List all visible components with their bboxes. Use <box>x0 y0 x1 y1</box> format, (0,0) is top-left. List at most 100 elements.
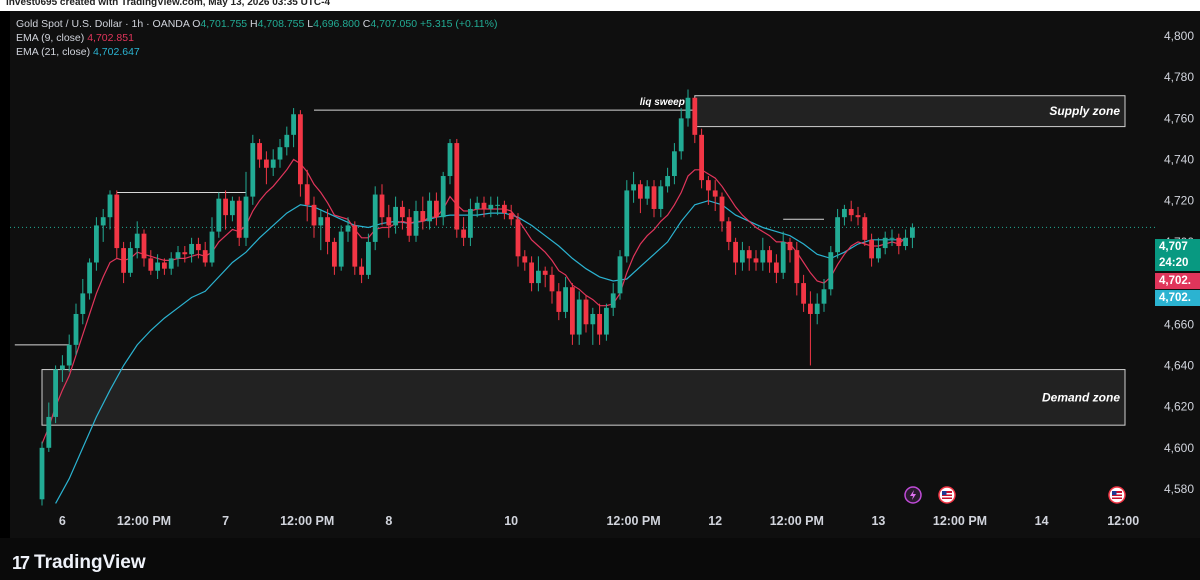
candle <box>631 171 636 203</box>
low-value: 4,696.800 <box>313 18 360 30</box>
candle-body <box>386 217 392 226</box>
ema21-price-tag: 4,702. <box>1155 290 1200 306</box>
candle <box>801 274 806 312</box>
candle-body <box>542 270 548 275</box>
candle <box>597 303 602 345</box>
candle-body <box>379 194 385 218</box>
candle <box>114 190 120 259</box>
candle <box>352 221 358 275</box>
candle-body <box>94 225 99 263</box>
candle <box>780 231 786 279</box>
candle-body <box>740 250 745 263</box>
candle-body <box>882 237 888 249</box>
candle <box>39 441 45 506</box>
legend-ema21-row[interactable]: EMA (21, close) 4,702.647 <box>16 45 497 59</box>
zone-label: Supply zone <box>1049 104 1120 118</box>
footer-bar: 17 TradingView <box>0 538 1200 580</box>
candle-body <box>338 231 344 267</box>
bar-countdown-tag: 24:20 <box>1155 255 1200 271</box>
candle-body <box>264 159 269 168</box>
candle <box>168 252 174 275</box>
candle-body <box>556 291 562 312</box>
candle-body <box>461 229 466 238</box>
candle <box>903 229 908 251</box>
candle <box>216 192 222 238</box>
candle <box>379 184 385 226</box>
y-tick-label: 4,580 <box>1164 482 1194 496</box>
candle-body <box>427 200 432 222</box>
us-flag-icon-stripe <box>1112 496 1122 498</box>
candle-body <box>400 206 405 218</box>
candle-body <box>876 248 881 259</box>
candle-body <box>631 184 636 191</box>
candle <box>644 180 650 205</box>
tradingview-logo[interactable]: 17 TradingView <box>12 552 146 574</box>
candle <box>726 217 732 251</box>
candle <box>73 303 79 356</box>
candle-body <box>53 369 58 417</box>
candle-body <box>46 416 52 448</box>
candle-body <box>760 250 766 263</box>
candle-body <box>563 287 568 312</box>
candle <box>325 208 330 255</box>
candle <box>889 229 895 247</box>
candle <box>835 208 840 259</box>
candle <box>413 200 419 242</box>
candle-body <box>155 262 160 271</box>
candle-body <box>325 217 330 242</box>
ema9-price-tag: 4,702. <box>1155 273 1200 289</box>
candle-body <box>746 250 752 259</box>
candle <box>209 217 215 267</box>
price-chart[interactable]: Supply zone Demand zone liq sweep 4,800 4,78… <box>10 11 1200 538</box>
candle <box>189 237 194 263</box>
candle <box>284 126 290 156</box>
candle <box>406 208 412 242</box>
high-key: H <box>250 18 258 30</box>
candle-body <box>549 274 555 292</box>
candle <box>318 208 324 251</box>
legend-ema9-row[interactable]: EMA (9, close) 4,702.851 <box>16 31 497 45</box>
candle <box>842 204 847 226</box>
candle <box>332 237 337 275</box>
candle-body <box>114 194 120 249</box>
candle <box>508 204 514 226</box>
change-value: +5.315 (+0.11%) <box>420 18 498 30</box>
candle-body <box>590 313 596 325</box>
chart-frame[interactable]: Supply zone Demand zone liq sweep 4,800 4,78… <box>10 11 1200 538</box>
candle <box>366 233 371 279</box>
x-tick-label: 12:00 PM <box>117 514 171 528</box>
candle <box>869 233 874 267</box>
candle-body <box>488 204 494 209</box>
candle <box>243 171 249 247</box>
last-price-tag: 4,707 <box>1155 239 1200 255</box>
candle-body <box>712 190 718 197</box>
high-value: 4,708.755 <box>257 18 305 30</box>
x-tick-label: 13 <box>871 514 885 528</box>
candle-body <box>699 134 704 181</box>
candle <box>672 143 677 185</box>
candle <box>733 237 738 275</box>
candle-body <box>848 208 854 216</box>
candle-body <box>726 221 732 242</box>
candle-body <box>495 204 500 206</box>
candle <box>624 180 630 263</box>
us-flag-icon <box>1108 486 1126 504</box>
candle <box>87 258 92 300</box>
candle <box>753 250 759 271</box>
candle-body <box>182 252 188 255</box>
candle-body <box>903 237 908 247</box>
candle-body <box>393 206 398 226</box>
candle-body <box>896 237 902 247</box>
candle <box>787 237 793 263</box>
symbol-label[interactable]: Gold Spot / U.S. Dollar · 1h · OANDA <box>16 18 189 30</box>
candle <box>563 276 568 319</box>
candle-body <box>121 248 126 273</box>
candle-body <box>570 287 575 335</box>
y-tick-label: 4,720 <box>1164 194 1194 208</box>
candle-body <box>39 447 45 500</box>
candle <box>495 196 500 216</box>
candle-body <box>189 243 194 255</box>
candle-body <box>243 196 249 238</box>
candle-body <box>529 262 534 284</box>
candle-body <box>148 258 154 271</box>
